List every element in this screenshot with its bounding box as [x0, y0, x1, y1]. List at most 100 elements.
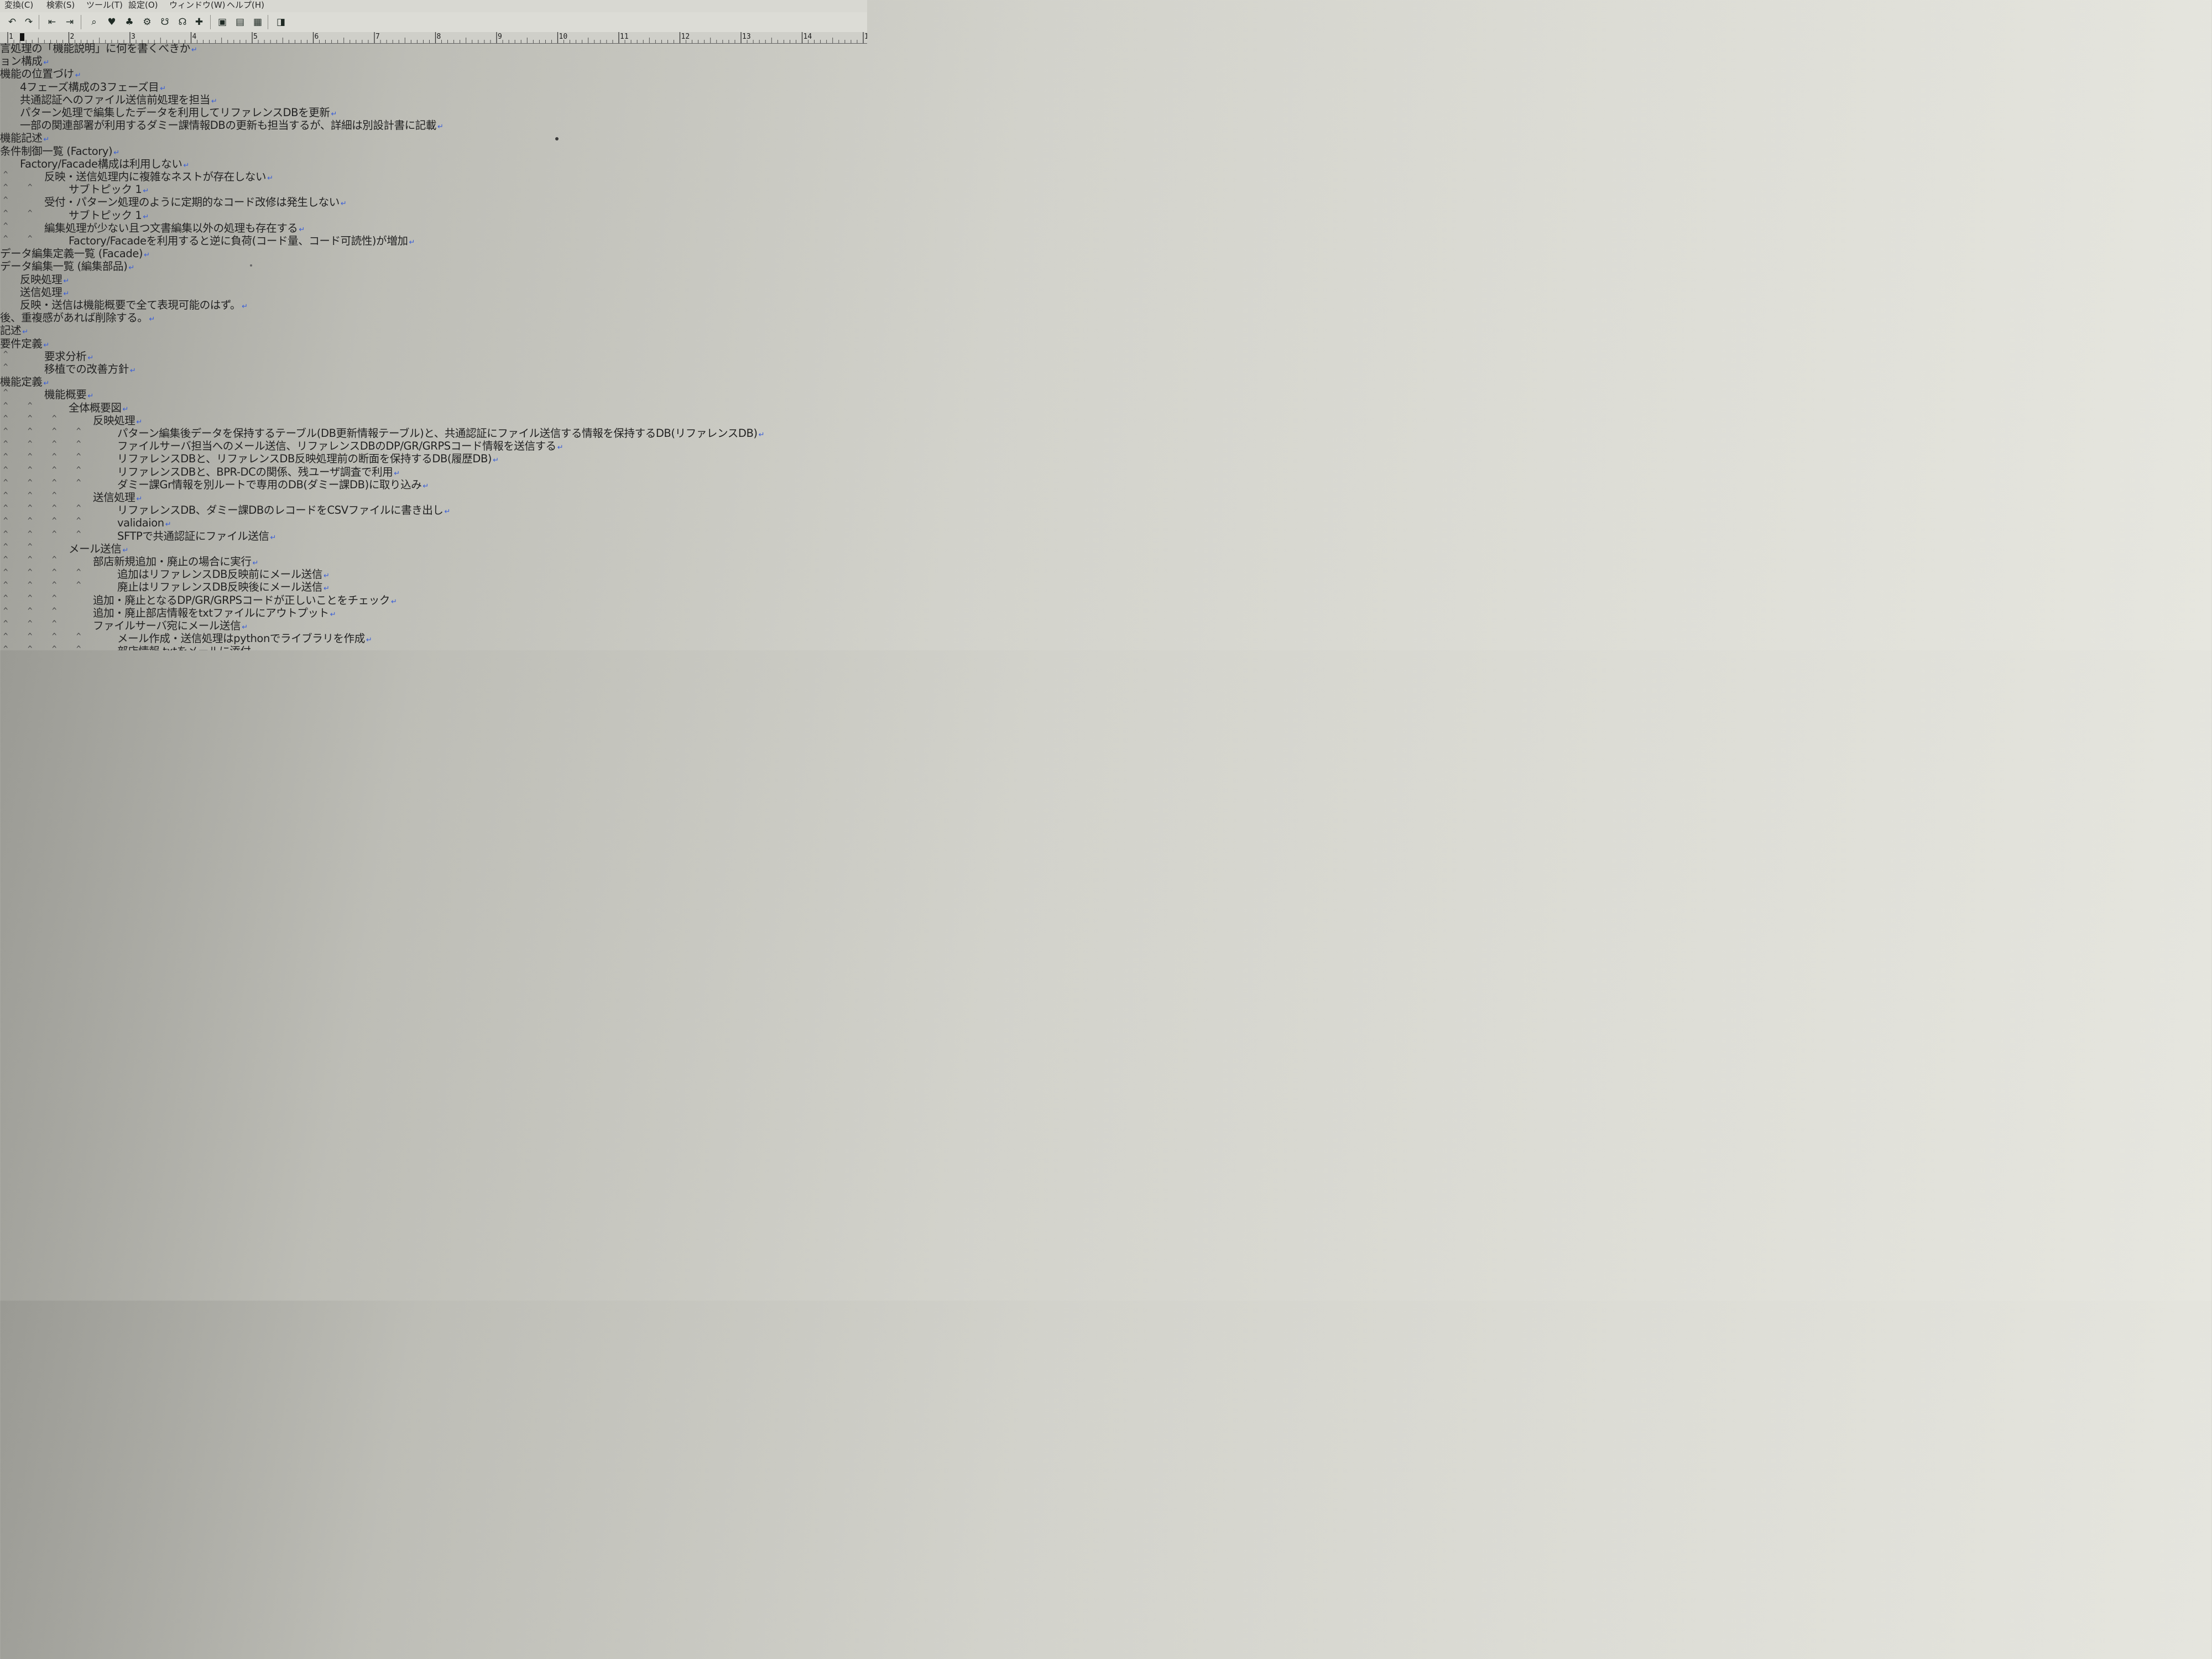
- indent-caret: ^: [76, 478, 81, 487]
- ruler-number: 13: [742, 33, 751, 41]
- ruler-number: 3: [131, 33, 135, 41]
- line-content: 記述 ↵: [0, 324, 28, 338]
- line-content: 送信処理 ↵: [93, 491, 142, 505]
- indent-caret: ^: [28, 491, 33, 500]
- indent-caret: ^: [52, 478, 57, 487]
- line-text: 機能の位置づけ: [0, 67, 74, 81]
- indent-caret: ^: [76, 645, 81, 650]
- return-arrow-icon: ↵: [252, 559, 259, 567]
- line-text: 一部の関連部署が利用するダミー課情報DBの更新も担当するが、詳細は別設計書に記載: [20, 119, 437, 132]
- indent-caret: ^: [28, 593, 33, 603]
- indent-caret: ^: [76, 452, 81, 462]
- line-content: リファレンスDBと、BPR-DCの関係、残ユーザ調査で利用 ↵: [117, 466, 400, 480]
- highlight-icon[interactable]: ☊: [176, 15, 189, 29]
- line-text: 編集処理が少ない且つ文書編集以外の処理も存在する: [44, 221, 298, 234]
- indent-caret: ^: [52, 504, 57, 513]
- line-content: 反映・送信は機能概要で全て表現可能のはず。 ↵: [20, 299, 248, 313]
- jump-back-icon[interactable]: ⇤: [45, 15, 59, 29]
- ruler-number: 4: [192, 33, 197, 41]
- line-text: メール作成・送信処理はpythonでライブラリを作成: [117, 632, 365, 645]
- line-text: ョン構成: [0, 55, 43, 68]
- indent-caret: ^: [3, 401, 8, 410]
- line-content: パターン処理で編集したデータを利用してリファレンスDBを更新 ↵: [20, 106, 337, 121]
- return-arrow-icon: ↵: [324, 572, 330, 581]
- menu-settings[interactable]: 設定(O): [128, 0, 158, 10]
- search-prev-icon[interactable]: ♣: [123, 15, 136, 29]
- line-text: ファイルサーバ宛にメール送信: [93, 619, 241, 632]
- ruler-number: 1: [9, 33, 13, 41]
- indent-caret: ^: [52, 452, 57, 462]
- line-content: 編集処理が少ない且つ文書編集以外の処理も存在する ↵: [44, 222, 305, 236]
- return-arrow-icon: ↵: [136, 495, 143, 503]
- return-arrow-icon: ↵: [63, 289, 70, 298]
- line-text: 条件制御一覧 (Factory): [0, 144, 113, 158]
- menu-convert[interactable]: 変換(C): [4, 0, 33, 10]
- ruler-number: 7: [375, 33, 380, 41]
- menu-help[interactable]: ヘルプ(H): [227, 0, 264, 10]
- indent-caret: ^: [3, 427, 8, 436]
- search-next-icon[interactable]: ♥: [105, 15, 118, 29]
- line-content: 後、重複感があれば削除する。 ↵: [0, 311, 155, 326]
- return-arrow-icon: ↵: [136, 418, 143, 426]
- redo-icon[interactable]: ↷: [22, 15, 35, 29]
- ruler-number: 15: [864, 33, 867, 41]
- ruler-number: 5: [253, 33, 258, 41]
- undo-icon[interactable]: ↶: [6, 15, 19, 29]
- indent-caret: ^: [28, 529, 33, 539]
- return-arrow-icon: ↵: [437, 123, 444, 132]
- indent-caret: ^: [3, 465, 8, 474]
- line-content: 4フェーズ構成の3フェーズ目 ↵: [20, 81, 166, 95]
- line-content: 部店情報.txtをメールに添付↵: [117, 645, 258, 650]
- return-arrow-icon: ↵: [183, 161, 190, 170]
- return-arrow-icon: ↵: [165, 520, 171, 529]
- print-icon[interactable]: ▣: [216, 15, 229, 29]
- print-preview-icon[interactable]: ▤: [233, 15, 247, 29]
- indent-caret: ^: [3, 388, 8, 398]
- line-content: validaion ↵: [117, 517, 171, 531]
- indent-caret: ^: [3, 529, 8, 539]
- indent-caret: ^: [28, 401, 33, 410]
- return-arrow-icon: ↵: [143, 212, 149, 221]
- line-text: 移植での改善方針: [44, 363, 129, 375]
- properties-icon[interactable]: ▦: [251, 15, 264, 29]
- line-content: 要求分析 ↵: [44, 350, 93, 364]
- return-arrow-icon: ↵: [270, 533, 276, 542]
- return-arrow-icon: ↵: [87, 392, 94, 401]
- line-content: 反映処理 ↵: [20, 273, 69, 288]
- replace-icon[interactable]: ⚙: [140, 15, 154, 29]
- line-content: 全体概要図 ↵: [69, 401, 128, 416]
- menu-search[interactable]: 検索(S): [46, 0, 75, 10]
- line-text: データ編集定義一覧 (Facade): [0, 247, 143, 260]
- menu-window[interactable]: ウィンドウ(W): [169, 0, 226, 10]
- indent-caret: ^: [28, 619, 33, 628]
- indent-caret: ^: [76, 504, 81, 513]
- line-text: 部店新規追加・廃止の場合に実行: [93, 555, 252, 568]
- return-arrow-icon: ↵: [129, 367, 136, 375]
- line-text: ファイルサーバ担当へのメール送信、リファレンスDBのDP/GR/GRPSコード情…: [117, 440, 556, 453]
- line-text: パターン処理で編集したデータを利用してリファレンスDBを更新: [20, 106, 330, 119]
- find-all-icon[interactable]: ☋: [158, 15, 171, 29]
- mark-icon[interactable]: ✚: [192, 15, 206, 29]
- return-arrow-icon: ↵: [122, 546, 129, 555]
- return-arrow-icon: ↵: [43, 379, 50, 388]
- text-editor[interactable]: 言処理の「機能説明」に何を書くべきか ↵ ョン構成 ↵ 機能の位置づけ ↵ 4フェーズ構成の…: [0, 43, 867, 650]
- compare-icon[interactable]: ◨: [274, 15, 288, 29]
- menu-tools[interactable]: ツール(T): [86, 0, 123, 10]
- line-content: メール送信 ↵: [69, 542, 128, 557]
- return-arrow-icon: ↵: [122, 405, 129, 414]
- indent-caret: ^: [76, 529, 81, 539]
- return-arrow-icon: ↵: [422, 482, 429, 491]
- line-content: 移植での改善方針 ↵: [44, 363, 136, 377]
- indent-caret: ^: [3, 619, 8, 628]
- line-content: メール作成・送信処理はpythonでライブラリを作成 ↵: [117, 632, 372, 646]
- line-content: 共通認証へのファイル送信前処理を担当 ↵: [20, 93, 217, 108]
- line-content: 部店新規追加・廃止の場合に実行 ↵: [93, 555, 258, 570]
- line-text: 送信処理: [93, 491, 135, 504]
- jump-forward-icon[interactable]: ⇥: [63, 15, 76, 29]
- line-text: 共通認証へのファイル送信前処理を担当: [20, 93, 210, 106]
- line-content: ファイルサーバ担当へのメール送信、リファレンスDBのDP/GR/GRPSコード情…: [117, 440, 564, 454]
- line-content: 送信処理 ↵: [20, 286, 69, 300]
- line-content: Factory/Facade構成は利用しない ↵: [20, 158, 189, 172]
- indent-caret: ^: [3, 208, 8, 218]
- search-icon[interactable]: ⌕: [87, 15, 101, 29]
